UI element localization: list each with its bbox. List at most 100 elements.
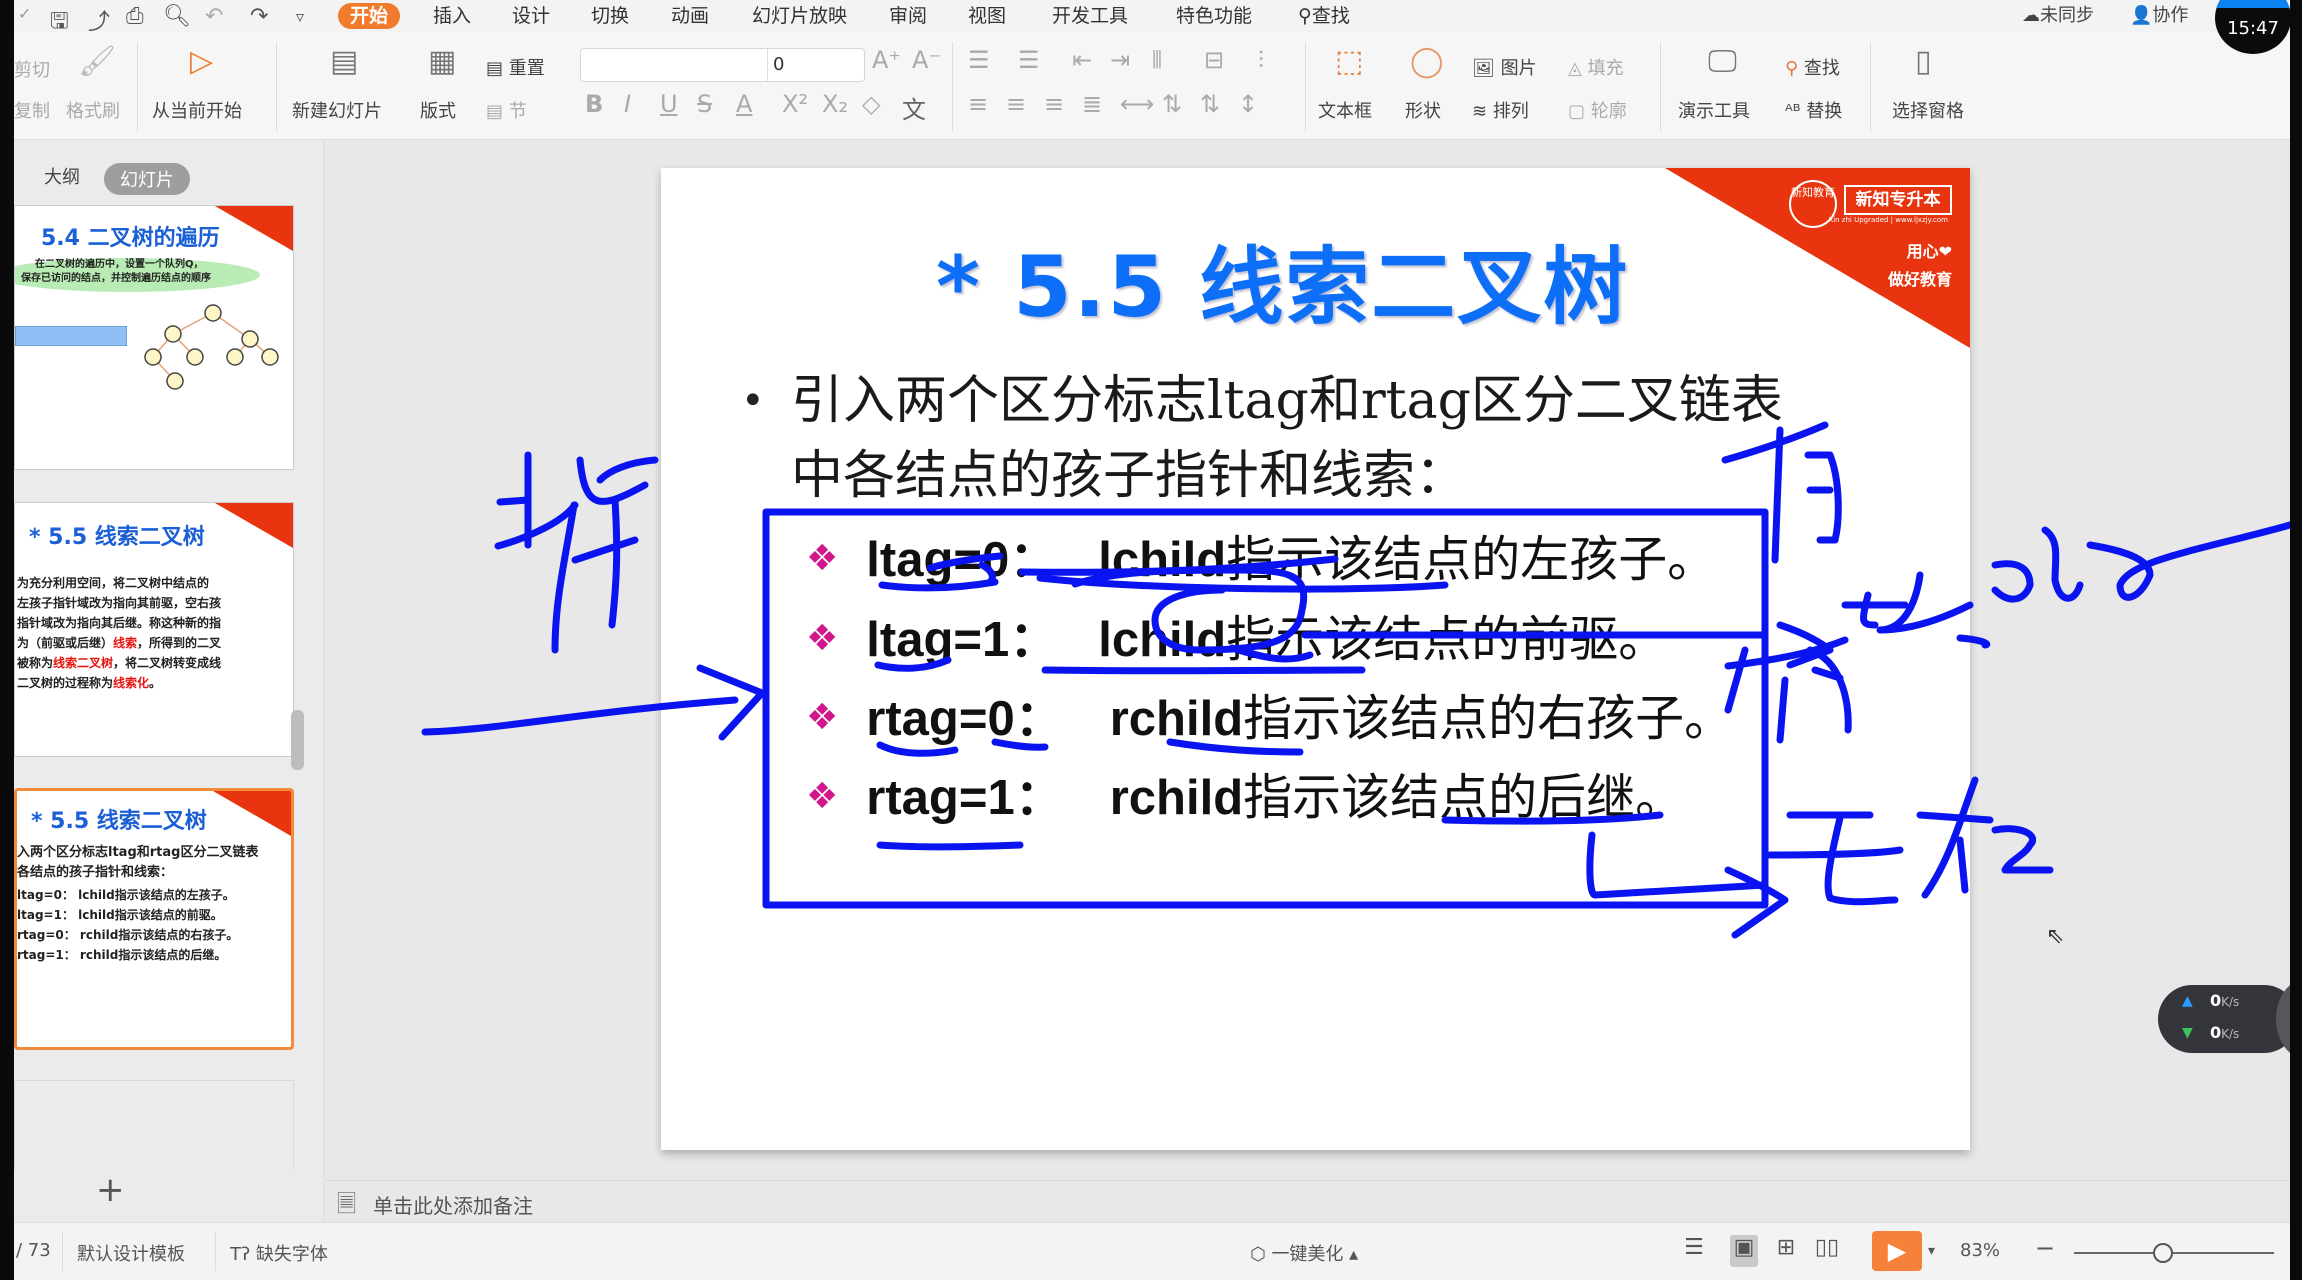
- new-slide-button[interactable]: 新建幻灯片: [292, 97, 382, 123]
- tag-row[interactable]: ❖ rtag=1： rchild指示该结点的后继。: [806, 758, 1684, 829]
- grow-font-icon[interactable]: A⁺: [872, 46, 901, 74]
- line-spacing-down-icon[interactable]: ⇅: [1200, 90, 1220, 118]
- section-button[interactable]: ▤ 节: [486, 97, 527, 123]
- slide-canvas[interactable]: 新知教育 新知专升本 Xin zhi Upgraded | www.ljxzjy…: [661, 168, 1970, 1150]
- template-name[interactable]: 默认设计模板: [77, 1240, 185, 1266]
- slides-panel: 大纲 幻灯片 5.4 二叉树的遍历 在二叉树的遍历中，设置一个队列Q， 保存已访…: [14, 140, 324, 1222]
- slide-thumbnail-2[interactable]: * 5.5 线索二叉树 为充分利用空间，将二叉树中结点的 左孩子指针域改为指向其…: [14, 502, 294, 757]
- copy-button[interactable]: 复制: [14, 97, 50, 123]
- layout-button[interactable]: 版式: [420, 97, 456, 123]
- clear-format-icon[interactable]: ◇: [862, 90, 880, 118]
- font-size-input[interactable]: 0: [773, 54, 784, 75]
- superscript-icon[interactable]: X²: [782, 90, 808, 118]
- font-color-icon[interactable]: A: [736, 90, 752, 118]
- panel-scrollbar[interactable]: [291, 710, 304, 770]
- tab-search[interactable]: ⚲查找: [1298, 3, 1350, 29]
- print-icon[interactable]: ⎙: [126, 4, 144, 29]
- subscript-icon[interactable]: X₂: [822, 90, 848, 118]
- slide-thumbnail-1[interactable]: 5.4 二叉树的遍历 在二叉树的遍历中，设置一个队列Q， 保存已访问的结点，并控…: [14, 205, 294, 470]
- fill-button[interactable]: ◬ 填充: [1568, 54, 1624, 80]
- customize-icon[interactable]: ▿: [296, 7, 304, 26]
- align-right-icon[interactable]: ≡: [1044, 90, 1064, 118]
- tab-animation[interactable]: 动画: [671, 3, 709, 29]
- tab-slideshow[interactable]: 幻灯片放映: [752, 3, 847, 29]
- collab-button[interactable]: 👤协作: [2130, 3, 2188, 29]
- align-left-icon[interactable]: ≡: [968, 90, 988, 118]
- increase-indent-icon[interactable]: ⇥: [1110, 46, 1130, 74]
- slide-title[interactable]: * 5.5 线索二叉树: [936, 220, 1629, 341]
- selection-pane-button[interactable]: 选择窗格: [1892, 97, 1964, 123]
- zoom-slider-track[interactable]: [2074, 1252, 2274, 1254]
- redo-icon[interactable]: ↷: [250, 4, 268, 29]
- tab-design[interactable]: 设计: [512, 3, 550, 29]
- find-button[interactable]: ⚲ 查找: [1785, 54, 1840, 80]
- distribute-icon[interactable]: ⟷: [1120, 90, 1154, 118]
- notes-area[interactable]: 🗏 单击此处添加备注: [325, 1180, 2290, 1222]
- reading-view-icon[interactable]: ▯▯: [1813, 1235, 1841, 1267]
- textbox-button[interactable]: 文本框: [1318, 97, 1372, 123]
- number-list-icon[interactable]: ☰: [1018, 46, 1040, 74]
- play-options-caret[interactable]: ▾: [1928, 1243, 1935, 1259]
- bold-icon[interactable]: B: [585, 90, 603, 118]
- bullet-text-line-1[interactable]: 引入两个区分标志ltag和rtag区分二叉链表: [791, 358, 1783, 433]
- bullet-list-icon[interactable]: ☰: [968, 46, 990, 74]
- picture-button[interactable]: 🖼 图片: [1472, 54, 1537, 80]
- play-from-current-button[interactable]: 从当前开始: [152, 97, 242, 123]
- zoom-out-button[interactable]: −: [2035, 1234, 2055, 1262]
- align-text-icon[interactable]: ⊟: [1204, 46, 1224, 74]
- replace-button[interactable]: ᴬᴮ 替换: [1785, 97, 1842, 123]
- font-name-input[interactable]: 0: [580, 48, 865, 82]
- arrange-button[interactable]: ≋ 排列: [1472, 97, 1529, 123]
- collapse-icon[interactable]: ✓: [18, 4, 31, 23]
- notes-toggle-icon[interactable]: ☰: [1680, 1235, 1708, 1267]
- sorter-view-icon[interactable]: ⊞: [1772, 1235, 1800, 1267]
- preview-icon[interactable]: 🔍︎: [163, 4, 191, 29]
- play-slideshow-button[interactable]: ▶: [1872, 1231, 1922, 1271]
- presentation-tools-button[interactable]: 演示工具: [1678, 97, 1750, 123]
- tag-row[interactable]: ❖ ltag=0： lchild指示该结点的左孩子。: [806, 520, 1716, 591]
- shape-button[interactable]: 形状: [1405, 97, 1441, 123]
- cut-button[interactable]: 剪切: [14, 56, 50, 82]
- justify-icon[interactable]: ≣: [1082, 90, 1102, 118]
- underline-icon[interactable]: U: [660, 90, 678, 118]
- normal-view-icon[interactable]: ▣: [1730, 1235, 1758, 1267]
- missing-font-button[interactable]: Tʔ 缺失字体: [230, 1240, 328, 1266]
- strikethrough-icon[interactable]: S: [697, 90, 712, 118]
- tab-home[interactable]: 开始: [338, 3, 401, 29]
- sync-status[interactable]: ☁未同步: [2022, 3, 2094, 29]
- network-speed-widget[interactable]: ▲ 0K/s ▼ 0K/s: [2158, 979, 2302, 1059]
- decrease-indent-icon[interactable]: ⇤: [1072, 46, 1092, 74]
- shrink-font-icon[interactable]: A⁻: [912, 46, 941, 74]
- tag-row[interactable]: ❖ rtag=0： rchild指示该结点的右孩子。: [806, 679, 1733, 750]
- format-painter-button[interactable]: 格式刷: [66, 97, 120, 123]
- slide-thumbnail-empty[interactable]: [14, 1080, 294, 1170]
- italic-icon[interactable]: I: [624, 90, 631, 118]
- section-label: 节: [508, 101, 527, 122]
- reset-button[interactable]: ▤ 重置: [486, 54, 545, 80]
- slide-thumbnail-3[interactable]: * 5.5 线索二叉树 入两个区分标志ltag和rtag区分二叉链表 各结点的孩…: [14, 788, 294, 1050]
- outline-button[interactable]: ▢ 轮廓: [1568, 97, 1627, 123]
- tab-review[interactable]: 审阅: [889, 3, 927, 29]
- tab-outline[interactable]: 大纲: [44, 163, 80, 189]
- phonetic-icon[interactable]: 文: [902, 90, 926, 125]
- tab-slides[interactable]: 幻灯片: [104, 163, 190, 195]
- beautify-button[interactable]: ⬡ 一键美化 ▴: [1250, 1240, 1358, 1266]
- zoom-level[interactable]: 83%: [1960, 1240, 2000, 1261]
- text-direction-icon[interactable]: ⫶: [1258, 46, 1264, 74]
- line-spacing-icon[interactable]: ↕: [1238, 90, 1258, 118]
- tab-features[interactable]: 特色功能: [1176, 3, 1252, 29]
- add-slide-button[interactable]: +: [96, 1170, 125, 1210]
- bullet-text-line-2[interactable]: 中各结点的孩子指针和线索：: [791, 433, 1467, 508]
- undo-icon[interactable]: ↶: [205, 4, 223, 29]
- divider: [1870, 42, 1871, 132]
- tab-view[interactable]: 视图: [968, 3, 1006, 29]
- line-spacing-up-icon[interactable]: ⇅: [1162, 90, 1182, 118]
- tag-row[interactable]: ❖ ltag=1： lchild指示该结点的前驱。: [806, 600, 1667, 671]
- align-center-icon[interactable]: ≡: [1006, 90, 1026, 118]
- tab-developer[interactable]: 开发工具: [1052, 3, 1128, 29]
- columns-icon[interactable]: ⫴: [1152, 46, 1162, 74]
- tab-insert[interactable]: 插入: [433, 3, 471, 29]
- missing-font-label: 缺失字体: [255, 1244, 328, 1265]
- zoom-slider-handle[interactable]: [2153, 1243, 2173, 1263]
- tab-transition[interactable]: 切换: [591, 3, 629, 29]
